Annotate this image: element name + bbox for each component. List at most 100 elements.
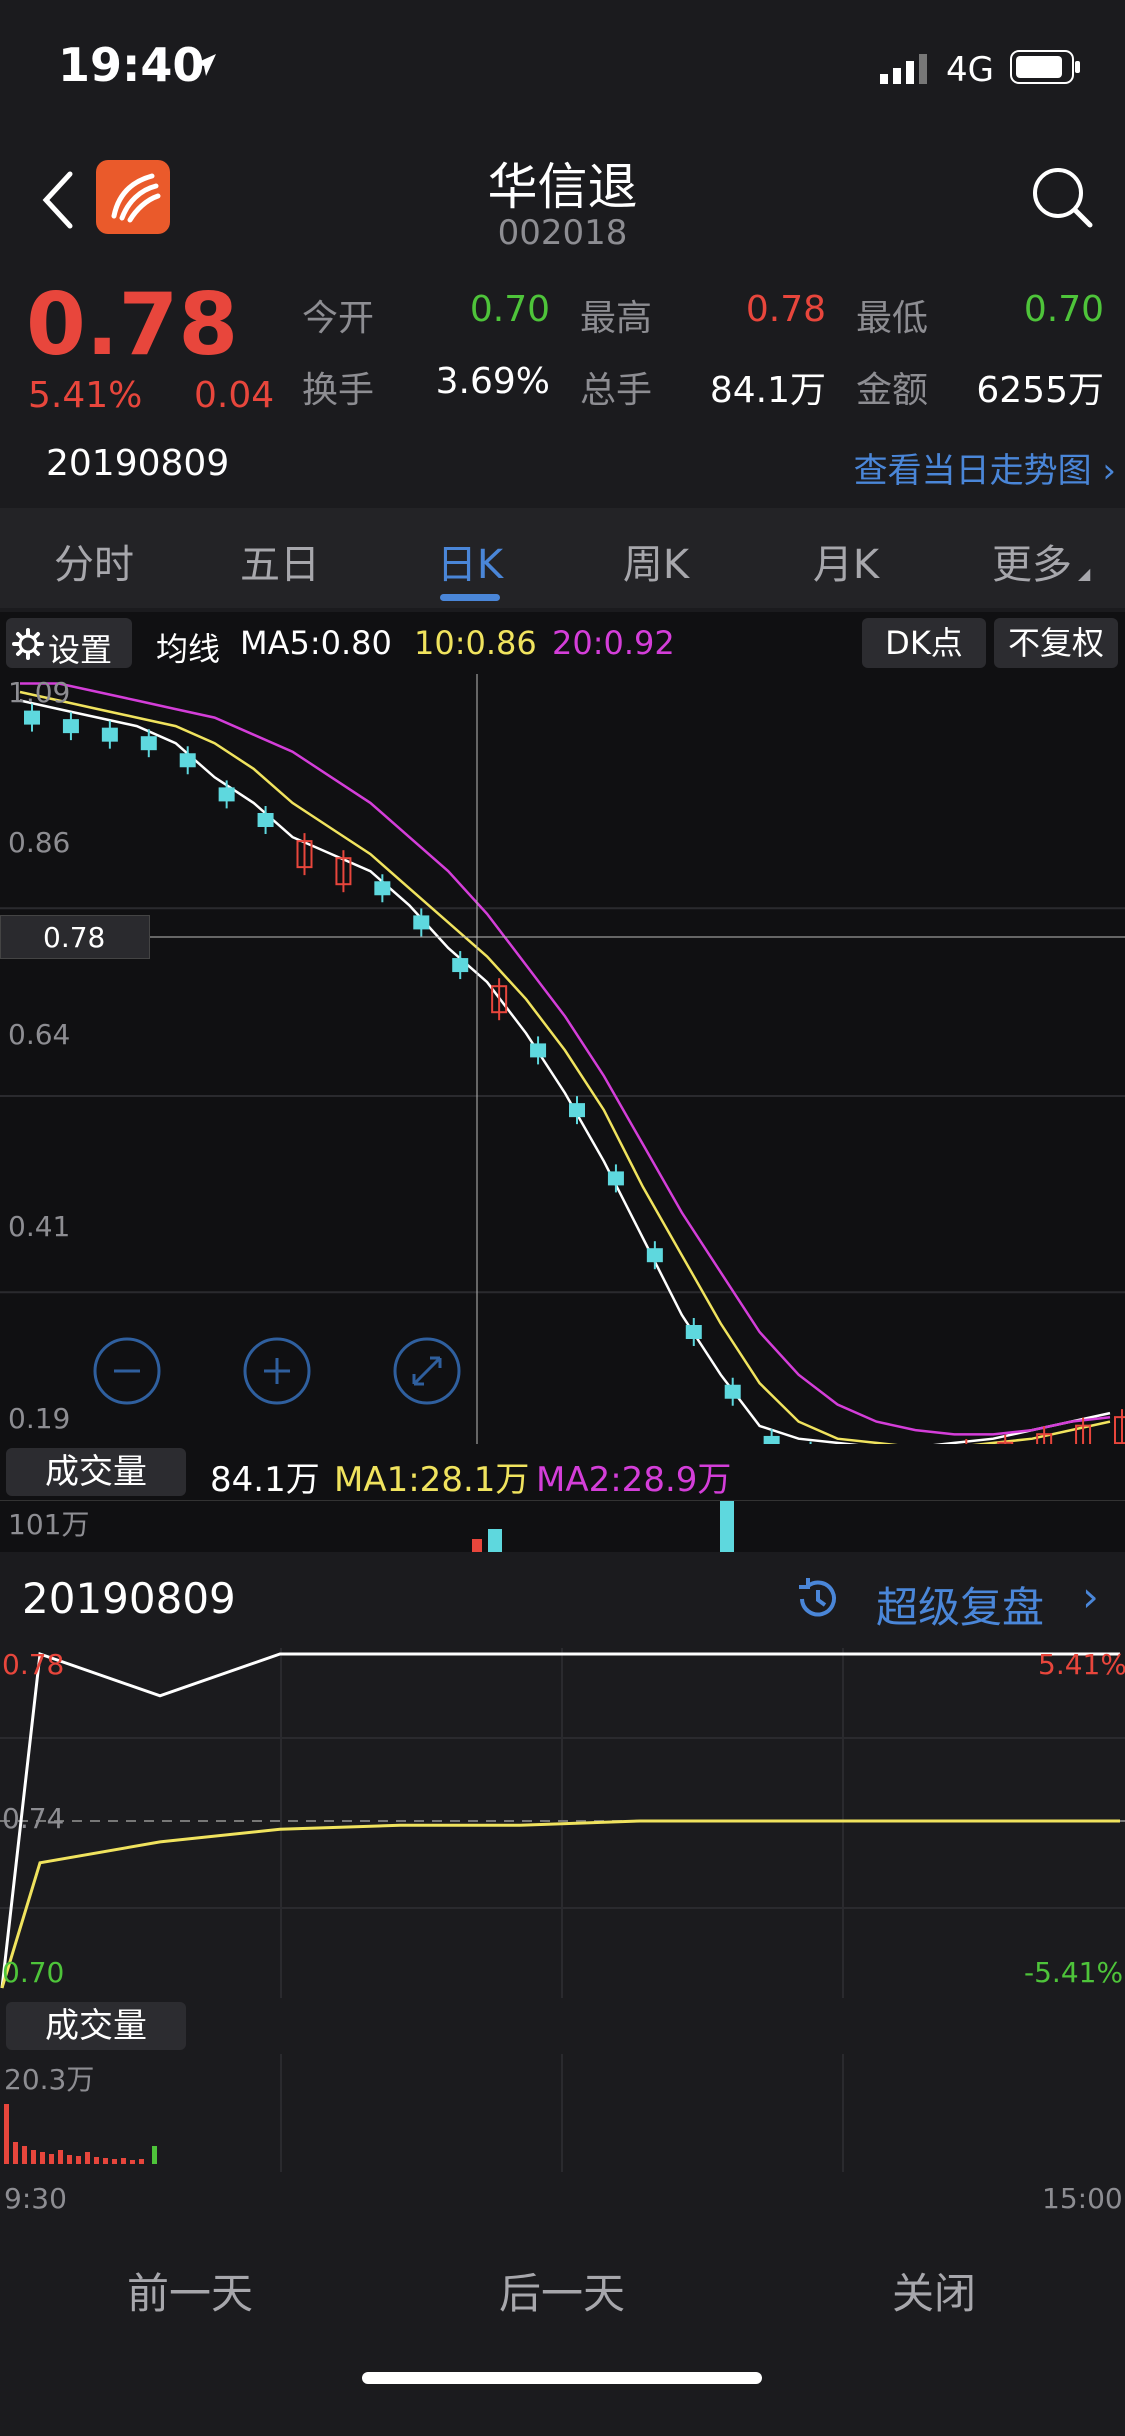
candle <box>101 727 118 742</box>
ma20-value: 20:0.92 <box>552 624 675 662</box>
y-label-4: 0.41 <box>8 1210 71 1243</box>
candle <box>530 1043 547 1058</box>
tab-five-day[interactable]: 五日 <box>210 532 350 590</box>
status-time: 19:40 <box>58 38 205 92</box>
stock-code: 002018 <box>497 213 628 253</box>
turnover-value: 3.69% <box>435 361 550 402</box>
volume-bar <box>85 2152 90 2164</box>
fullscreen-icon[interactable] <box>392 1336 462 1406</box>
prev-day-button[interactable]: 前一天 <box>100 2260 280 2321</box>
quote-date: 20190809 <box>46 443 230 484</box>
volume-bar <box>488 1529 502 1553</box>
volume-bar <box>22 2146 27 2164</box>
search-icon[interactable] <box>1030 165 1096 231</box>
volume-bar <box>139 2159 144 2164</box>
candle <box>257 813 274 827</box>
y-label-2: 0.86 <box>8 826 71 859</box>
settings-label: 设置 <box>48 631 113 669</box>
signal-icon <box>880 54 927 84</box>
bottom-actions: 前一天 后一天 关闭 <box>0 2228 1125 2408</box>
super-review-link[interactable]: 超级复盘 › <box>790 1568 1110 1632</box>
nav-header: 华信退 002018 <box>0 135 1125 265</box>
review-volume-max: 20.3万 <box>4 2063 95 2096</box>
y-label-1: 1.09 <box>8 676 71 709</box>
adjust-label: 不复权 <box>1007 624 1104 662</box>
amount-value: 6255万 <box>976 370 1104 411</box>
low-label: 最低 <box>856 298 929 339</box>
close-button[interactable]: 关闭 <box>844 2260 1024 2321</box>
super-review-label: 超级复盘 <box>876 1583 1045 1632</box>
zoom-out-icon[interactable] <box>92 1336 162 1406</box>
volume-bar <box>76 2156 81 2164</box>
day-trend-link[interactable]: 查看当日走势图 › <box>820 443 1116 492</box>
tab-monthly-k[interactable]: 月K <box>776 532 916 590</box>
volume-bar <box>112 2159 117 2164</box>
dk-point-button[interactable]: DK点 <box>862 618 986 668</box>
change-amount: 0.04 <box>194 375 275 416</box>
kline-chart[interactable] <box>0 674 1125 1444</box>
chevron-right-icon: › <box>1102 451 1116 491</box>
candle <box>218 787 235 802</box>
tab-active-indicator <box>440 594 500 601</box>
candle <box>452 958 469 973</box>
volume-current: 84.1万 <box>210 1460 320 1500</box>
dk-point-label: DK点 <box>885 624 963 662</box>
status-bar: 19:40 4G <box>0 0 1125 135</box>
volume-bar <box>103 2158 108 2164</box>
review-volume-label: 成交量 <box>45 2006 147 2046</box>
review-date: 20190809 <box>22 1574 236 1623</box>
volume-max-label: 101万 <box>8 1508 90 1541</box>
candle <box>179 753 196 768</box>
y-label-5: 0.19 <box>8 1402 71 1435</box>
tab-weekly-k[interactable]: 周K <box>586 532 726 590</box>
high-label: 最高 <box>580 298 653 339</box>
candle <box>24 710 40 725</box>
volume-bar <box>152 2146 157 2164</box>
review-volume-button[interactable]: 成交量 <box>6 2002 186 2050</box>
network-type: 4G <box>946 50 994 90</box>
volume-indicator-button[interactable]: 成交量 <box>6 1448 186 1496</box>
zoom-in-icon[interactable] <box>242 1336 312 1406</box>
time-start: 9:30 <box>4 2182 67 2215</box>
tab-intraday[interactable]: 分时 <box>24 532 164 590</box>
history-icon <box>799 1578 836 1617</box>
kline-panel: 设置 均线 MA5:0.80 10:0.86 20:0.92 DK点 不复权 1… <box>0 612 1125 1553</box>
intraday-chart[interactable] <box>0 1648 1125 1998</box>
candle <box>724 1384 741 1399</box>
adjust-button[interactable]: 不复权 <box>994 618 1118 668</box>
next-day-button[interactable]: 后一天 <box>472 2260 652 2321</box>
crosshair-price: 0.78 <box>43 921 106 954</box>
ma-label: 均线 <box>156 630 221 668</box>
low-value: 0.70 <box>1023 289 1104 330</box>
ma-line-10 <box>19 690 1111 1444</box>
candle <box>763 1435 780 1444</box>
review-volume-chart <box>4 2054 844 2172</box>
intraday-pct-bottom: -5.41% <box>1024 1956 1124 1989</box>
open-value: 0.70 <box>469 289 550 330</box>
candle <box>140 736 157 751</box>
quote-panel: 0.78 5.41% 0.04 今开 0.70 最高 0.78 最低 0.70 … <box>0 265 1125 505</box>
tab-daily-k[interactable]: 日K <box>400 532 540 590</box>
home-indicator <box>362 2372 762 2384</box>
volume-ma2: MA2:28.9万 <box>536 1460 732 1500</box>
volume-ma1: MA1:28.1万 <box>334 1460 530 1500</box>
chevron-right-icon: › <box>1082 1572 1099 1621</box>
intraday-pct-top: 5.41% <box>1038 1648 1125 1681</box>
volume-bar <box>720 1501 734 1553</box>
settings-button[interactable]: 设置 <box>6 618 132 669</box>
candle <box>646 1248 663 1263</box>
review-panel: 20190809 超级复盘 › 0.78 0.74 0.70 5.41% -5.… <box>0 1552 1125 2432</box>
day-trend-link-label: 查看当日走势图 <box>853 451 1092 491</box>
ma-line-20 <box>20 682 1111 1436</box>
candle <box>607 1171 624 1186</box>
open-label: 今开 <box>302 298 375 339</box>
crosshair-price-tag: 0.78 <box>0 915 150 959</box>
gear-icon <box>12 628 44 660</box>
intraday-price-bottom: 0.70 <box>2 1956 65 1989</box>
candle <box>685 1325 702 1339</box>
volume-bar <box>40 2152 45 2164</box>
volume-bar <box>31 2150 36 2164</box>
volume-value: 84.1万 <box>709 370 826 411</box>
volume-bar <box>13 2142 18 2164</box>
more-caret-icon: ◢ <box>1078 564 1091 583</box>
